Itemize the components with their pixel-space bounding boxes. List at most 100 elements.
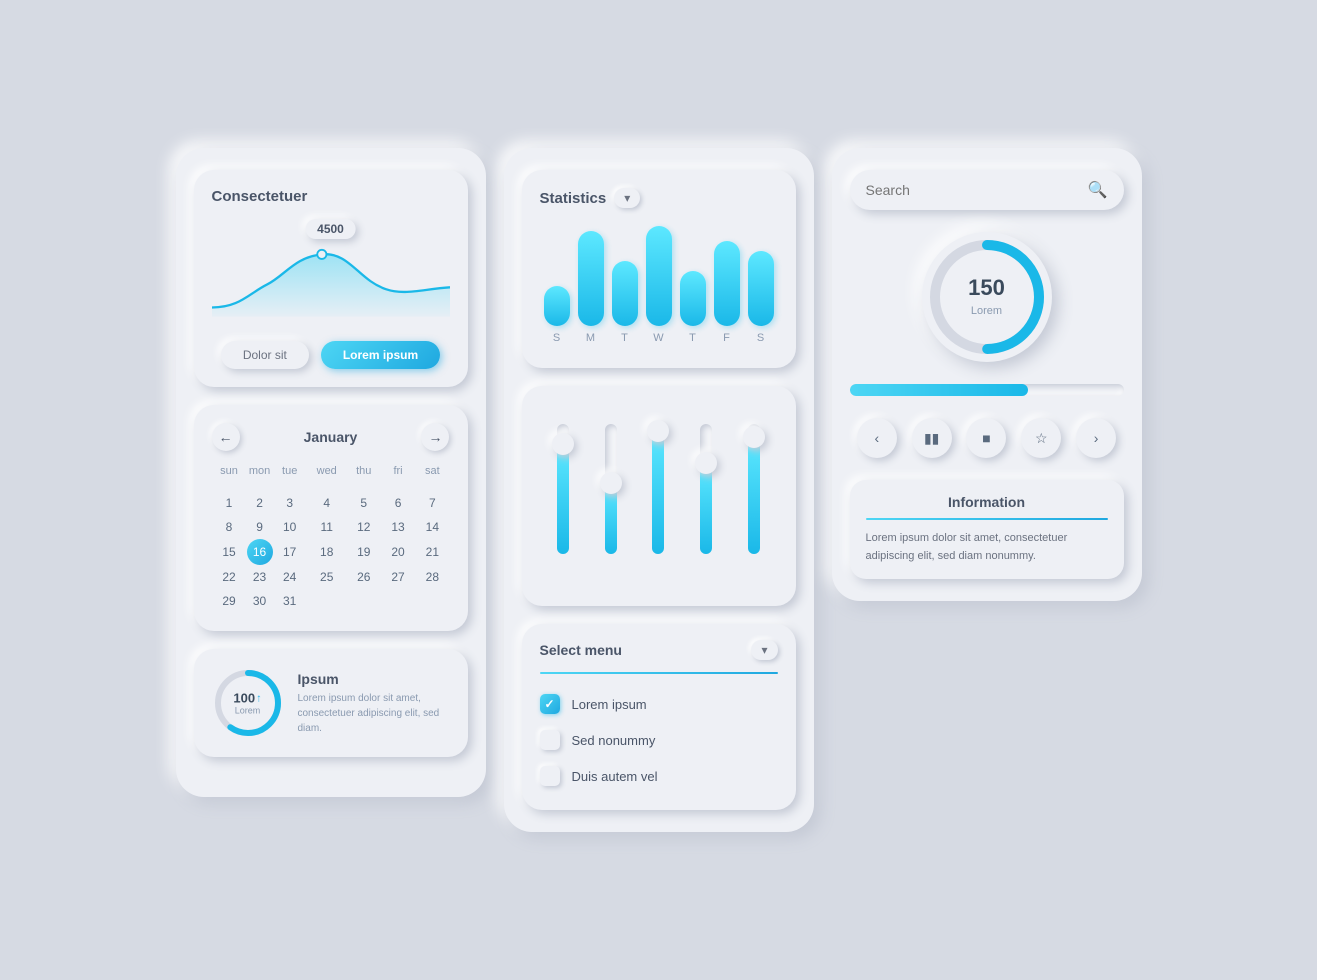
calendar-day[interactable]: 3 <box>273 491 307 515</box>
calendar-day[interactable]: 31 <box>273 589 307 613</box>
calendar-day <box>273 481 307 491</box>
calendar-day[interactable]: 17 <box>273 539 307 565</box>
calendar-day[interactable]: 20 <box>381 539 415 565</box>
slider-thumb-3[interactable] <box>695 452 717 474</box>
dolor-sit-button[interactable]: Dolor sit <box>221 341 309 369</box>
slider-track-1 <box>605 424 617 554</box>
calendar-day <box>212 481 247 491</box>
checkbox-2[interactable] <box>540 766 560 786</box>
calendar-day <box>307 481 347 491</box>
calendar-day[interactable]: 26 <box>347 565 381 589</box>
calendar-day[interactable]: 2 <box>247 491 273 515</box>
slider-track-2 <box>652 424 664 554</box>
vertical-slider-3[interactable] <box>700 424 712 564</box>
bar <box>714 241 740 326</box>
bar <box>646 226 672 326</box>
calendar-header: ← January → <box>212 423 450 451</box>
chart-card: Consectetuer 4500 Dolor sit <box>194 170 468 387</box>
calendar-day <box>381 589 415 613</box>
calendar-day[interactable]: 4 <box>307 491 347 515</box>
chart-area: 4500 <box>212 219 450 329</box>
calendar-day[interactable]: 11 <box>307 515 347 539</box>
calendar-day[interactable]: 22 <box>212 565 247 589</box>
media-prev-button[interactable]: ‹ <box>857 418 897 458</box>
select-menu-title: Select menu <box>540 642 622 658</box>
calendar-day[interactable]: 8 <box>212 515 247 539</box>
search-bar[interactable]: 🔍 <box>850 170 1124 210</box>
calendar-day[interactable]: 28 <box>415 565 449 589</box>
calendar-day[interactable]: 24 <box>273 565 307 589</box>
calendar-day[interactable]: 1 <box>212 491 247 515</box>
calendar-day[interactable]: 12 <box>347 515 381 539</box>
media-star-button[interactable]: ☆ <box>1021 418 1061 458</box>
menu-item-0[interactable]: Lorem ipsum <box>540 686 778 722</box>
slider-thumb-2[interactable] <box>647 420 669 442</box>
calendar-day <box>247 481 273 491</box>
calendar-day[interactable]: 6 <box>381 491 415 515</box>
calendar-next-button[interactable]: → <box>421 423 449 451</box>
slider-thumb-4[interactable] <box>743 426 765 448</box>
info-card: Information Lorem ipsum dolor sit amet, … <box>850 480 1124 579</box>
vertical-slider-0[interactable] <box>557 424 569 564</box>
media-stop-button[interactable]: ■ <box>966 418 1006 458</box>
donut-wrap: 150 Lorem <box>850 232 1124 362</box>
next-icon: › <box>1094 430 1099 446</box>
calendar-day[interactable]: 14 <box>415 515 449 539</box>
calendar-day[interactable]: 29 <box>212 589 247 613</box>
calendar-day <box>347 589 381 613</box>
bar <box>612 261 638 326</box>
select-menu-dropdown-button[interactable]: ▾ <box>751 640 777 660</box>
calendar-day[interactable]: 7 <box>415 491 449 515</box>
vertical-slider-2[interactable] <box>652 424 664 564</box>
ipsum-text: Ipsum Lorem ipsum dolor sit amet, consec… <box>298 671 450 736</box>
media-controls: ‹ ▮▮ ■ ☆ › <box>850 418 1124 458</box>
menu-items: Lorem ipsumSed nonummyDuis autem vel <box>540 686 778 794</box>
calendar-day[interactable]: 30 <box>247 589 273 613</box>
calendar-day[interactable]: 10 <box>273 515 307 539</box>
checkbox-0[interactable] <box>540 694 560 714</box>
chart-svg <box>212 235 450 325</box>
slider-thumb-0[interactable] <box>552 433 574 455</box>
calendar-day[interactable]: 18 <box>307 539 347 565</box>
slider-track-0 <box>557 424 569 554</box>
prev-icon: ‹ <box>875 430 880 446</box>
menu-item-2[interactable]: Duis autem vel <box>540 758 778 794</box>
vertical-slider-4[interactable] <box>748 424 760 564</box>
stats-dropdown-button[interactable]: ▾ <box>614 188 640 208</box>
calendar-day <box>415 589 449 613</box>
media-next-button[interactable]: › <box>1076 418 1116 458</box>
media-pause-button[interactable]: ▮▮ <box>912 418 952 458</box>
calendar-day[interactable]: 15 <box>212 539 247 565</box>
donut-label: Lorem <box>971 305 1002 317</box>
checkbox-1[interactable] <box>540 730 560 750</box>
calendar-day[interactable]: 21 <box>415 539 449 565</box>
ipsum-gauge-label: Lorem <box>233 706 261 716</box>
progress-track <box>850 384 1124 396</box>
calendar-day[interactable]: 23 <box>247 565 273 589</box>
calendar-day[interactable]: 25 <box>307 565 347 589</box>
calendar-day <box>381 481 415 491</box>
bar-label: S <box>553 332 560 344</box>
calendar-day[interactable]: 9 <box>247 515 273 539</box>
cal-header-mon: mon <box>247 461 273 481</box>
calendar-prev-button[interactable]: ← <box>212 423 240 451</box>
calendar-day[interactable]: 5 <box>347 491 381 515</box>
calendar-day[interactable]: 13 <box>381 515 415 539</box>
vertical-slider-1[interactable] <box>605 424 617 564</box>
slider-track-4 <box>748 424 760 554</box>
calendar-day[interactable]: 27 <box>381 565 415 589</box>
panel-3: 🔍 150 Lorem ‹ <box>832 148 1142 601</box>
calendar-day[interactable]: 19 <box>347 539 381 565</box>
bar-label: W <box>653 332 663 344</box>
bar-label: T <box>689 332 696 344</box>
select-menu-header: Select menu ▾ <box>540 640 778 660</box>
menu-item-1[interactable]: Sed nonummy <box>540 722 778 758</box>
bar-col: T <box>612 261 638 344</box>
star-icon: ☆ <box>1035 430 1048 447</box>
ipsum-card: 100↑ Lorem Ipsum Lorem ipsum dolor sit a… <box>194 649 468 757</box>
calendar-day[interactable]: 16 <box>247 539 273 565</box>
stats-header: Statistics ▾ <box>540 188 778 208</box>
lorem-ipsum-button[interactable]: Lorem ipsum <box>321 341 440 369</box>
search-input[interactable] <box>866 182 1080 198</box>
slider-thumb-1[interactable] <box>600 472 622 494</box>
